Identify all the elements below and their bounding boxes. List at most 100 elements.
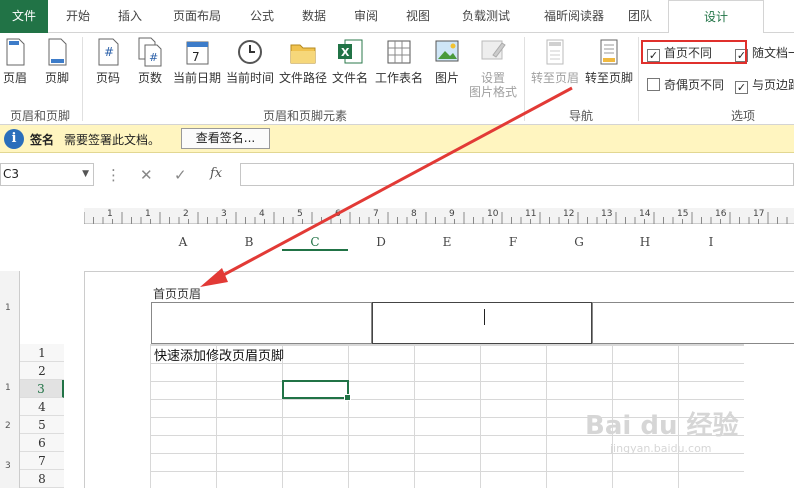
current-date-label: 当前日期: [172, 71, 221, 85]
column-header[interactable]: D: [348, 233, 414, 251]
tab-formulas[interactable]: 公式: [240, 0, 284, 33]
row-header[interactable]: 6: [20, 434, 64, 452]
ribbon-tab-bar: 文件 开始 插入 页面布局 公式 数据 审阅 视图 负载测试 福昕阅读器 团队 …: [0, 0, 794, 34]
row-header[interactable]: 2: [20, 362, 64, 380]
ruler-top-label: 17: [752, 209, 766, 219]
header-right-section[interactable]: [592, 302, 794, 344]
chevron-down-icon[interactable]: ▼: [82, 164, 89, 185]
formula-input[interactable]: [240, 163, 794, 186]
group-label-header-footer: 页眉和页脚: [9, 109, 70, 123]
clock-icon: [238, 40, 262, 64]
group-label-navigation: 导航: [568, 109, 593, 123]
file-path-label: 文件路径: [278, 71, 327, 85]
enter-icon[interactable]: ✓: [174, 166, 187, 184]
checkbox-empty-icon: [647, 78, 660, 91]
page-count-button[interactable]: # 页数: [132, 37, 168, 103]
ruler-top-label: 7: [372, 209, 380, 219]
picture-button[interactable]: 图片: [430, 37, 464, 103]
message-text: 需要签署此文档。: [64, 133, 161, 147]
page-number-label: 页码: [95, 71, 120, 85]
format-picture-button[interactable]: 设置 图片格式: [466, 37, 520, 103]
horizontal-ruler: 1 1 2 3 4 5 6 7 8 9 10 11 12 13 14 15 16 17: [84, 208, 794, 224]
group-separator: [524, 37, 525, 121]
row-header[interactable]: 8: [20, 470, 64, 488]
goto-header-button[interactable]: 转至页眉: [528, 37, 582, 103]
tab-home[interactable]: 开始: [56, 0, 100, 33]
highlight-box: [641, 40, 747, 64]
page-number-icon: #: [98, 38, 119, 66]
format-picture-label: 设置: [480, 71, 505, 85]
file-path-button[interactable]: 文件路径: [278, 37, 328, 103]
sheet-name-button[interactable]: 工作表名: [372, 37, 426, 103]
tab-insert[interactable]: 插入: [108, 0, 152, 33]
column-header[interactable]: I: [678, 233, 744, 251]
active-cell-c3[interactable]: [282, 380, 351, 401]
odd-even-different-checkbox[interactable]: 奇偶页不同: [647, 76, 724, 93]
row-header[interactable]: 1: [20, 344, 64, 362]
tab-view[interactable]: 视图: [396, 0, 440, 33]
more-icon: ⋮: [106, 166, 121, 184]
ruler-top-label: 15: [676, 209, 690, 219]
group-separator: [82, 37, 83, 121]
folder-icon: [290, 44, 316, 64]
column-header[interactable]: F: [480, 233, 546, 251]
goto-header-label: 转至页眉: [530, 71, 579, 85]
baidu-watermark: Bai du 经验 jingyan.baidu.com: [585, 405, 739, 455]
picture-label: 图片: [434, 71, 459, 85]
header-button[interactable]: 页眉: [0, 37, 30, 103]
view-signatures-button[interactable]: 查看签名...: [181, 128, 270, 149]
goto-footer-button[interactable]: 转至页脚: [582, 37, 636, 103]
column-header[interactable]: A: [150, 233, 216, 251]
footer-button[interactable]: 页脚: [40, 37, 74, 103]
header-section-label: 首页页眉: [153, 287, 202, 301]
message-title: 签名: [30, 133, 55, 147]
tab-review[interactable]: 审阅: [344, 0, 388, 33]
current-time-label: 当前时间: [225, 71, 274, 85]
cell-a1[interactable]: 快速添加修改页眉页脚: [154, 345, 284, 364]
ruler-top-label: 1: [144, 209, 152, 219]
vertical-ruler: 1 1 2 3: [0, 271, 20, 488]
tab-load-test[interactable]: 负载测试: [450, 0, 522, 33]
goto-header-icon: [546, 39, 564, 65]
svg-text:#: #: [149, 51, 158, 64]
column-header-selected[interactable]: C: [282, 233, 348, 251]
ruler-top-label: 1: [106, 209, 114, 219]
ruler-top-label: 3: [220, 209, 228, 219]
tab-data[interactable]: 数据: [292, 0, 336, 33]
current-date-button[interactable]: 7 当前日期: [172, 37, 222, 103]
row-header[interactable]: 7: [20, 452, 64, 470]
tab-team[interactable]: 团队: [620, 0, 660, 33]
row-header[interactable]: 5: [20, 416, 64, 434]
ruler-top-label: 16: [714, 209, 728, 219]
current-time-button[interactable]: 当前时间: [225, 37, 275, 103]
tab-design[interactable]: 设计: [668, 0, 764, 34]
tab-page-layout[interactable]: 页面布局: [160, 0, 234, 33]
excel-file-icon: X: [338, 39, 363, 64]
name-box[interactable]: C3 ▼: [0, 163, 94, 186]
ruler-left-label: 1: [5, 383, 11, 393]
tab-file[interactable]: 文件: [0, 0, 48, 33]
ruler-left-label: 2: [5, 421, 11, 431]
svg-text:7: 7: [192, 50, 200, 64]
file-name-button[interactable]: X 文件名: [330, 37, 370, 103]
cancel-icon[interactable]: ✕: [140, 166, 153, 184]
header-center-section[interactable]: [372, 302, 592, 344]
column-header[interactable]: H: [612, 233, 678, 251]
align-margins-checkbox[interactable]: ✓ 与页边距: [735, 76, 794, 94]
calendar-icon: 7: [186, 41, 209, 65]
row-header[interactable]: 4: [20, 398, 64, 416]
row-header-selected[interactable]: 3: [20, 380, 64, 398]
ruler-top-label: 14: [638, 209, 652, 219]
ruler-top-label: 10: [486, 209, 500, 219]
header-left-section[interactable]: [151, 302, 372, 344]
column-header[interactable]: E: [414, 233, 480, 251]
odd-even-different-label: 奇偶页不同: [664, 78, 725, 92]
insert-function-icon[interactable]: fx: [210, 166, 222, 181]
ruler-top-label: 8: [410, 209, 418, 219]
goto-footer-label: 转至页脚: [584, 71, 633, 85]
page-number-button[interactable]: # 页码: [90, 37, 126, 103]
column-header[interactable]: B: [216, 233, 282, 251]
formula-bar: C3 ▼ ⋮ ✕ ✓ fx: [0, 160, 794, 190]
column-header[interactable]: G: [546, 233, 612, 251]
tab-foxit-reader[interactable]: 福昕阅读器: [532, 0, 616, 33]
